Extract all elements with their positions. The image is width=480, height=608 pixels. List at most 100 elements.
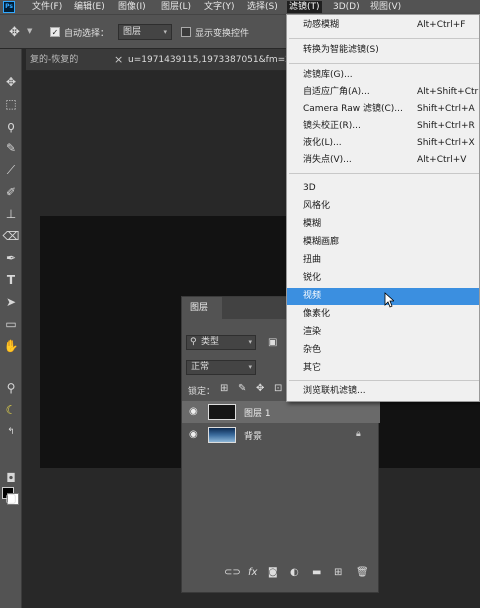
menu-item-label: 自适应广角(A)... <box>303 87 370 97</box>
menu-item-render[interactable]: 渲染 <box>287 324 479 341</box>
menu-item-label: 镜头校正(R)... <box>303 121 361 131</box>
menu-item-label: 3D <box>303 183 316 193</box>
menu-image[interactable]: 图像(I) <box>116 1 148 13</box>
quick-select-tool-icon[interactable]: ✎ <box>2 139 20 157</box>
blend-mode-select[interactable]: 正常 ▾ <box>186 360 256 375</box>
fx-icon[interactable]: fx <box>248 567 257 578</box>
chevron-down-icon[interactable]: ▼ <box>27 27 32 35</box>
menu-item-distort[interactable]: 扭曲 <box>287 252 479 269</box>
eraser-tool-icon[interactable]: ⌫ <box>2 227 20 245</box>
menu-layer[interactable]: 图层(L) <box>159 1 193 13</box>
move-tool-icon[interactable]: ✥ <box>9 25 20 40</box>
move-tool-icon[interactable]: ✥ <box>2 73 20 91</box>
tab-document-2[interactable]: u=1971439115,1973387051&fm=27 <box>128 52 288 68</box>
show-transform-checkbox[interactable] <box>181 27 191 37</box>
menu-item-label: 浏览联机滤镜... <box>303 386 366 396</box>
swap-colors-icon[interactable]: ↰ <box>2 423 20 441</box>
auto-select-target-select[interactable]: 图层 ▾ <box>118 24 172 40</box>
menu-item-sharpen[interactable]: 锐化 <box>287 270 479 287</box>
banana-icon: ☾ <box>5 403 17 417</box>
menu-item-camera-raw[interactable]: Camera Raw 滤镜(C)... Shift+Ctrl+A <box>287 101 479 118</box>
menu-item-filter-gallery[interactable]: 滤镜库(G)... <box>287 67 479 84</box>
menu-item-shortcut: Alt+Ctrl+V <box>417 155 467 165</box>
lock-label: 锁定： <box>188 387 216 397</box>
menu-item-liquify[interactable]: 液化(L)... Shift+Ctrl+X <box>287 135 479 152</box>
menu-item-motion-blur[interactable]: 动感模糊 Alt+Ctrl+F <box>287 17 479 34</box>
menu-type[interactable]: 文字(Y) <box>202 1 237 13</box>
menu-bar: Ps 文件(F) 编辑(E) 图像(I) 图层(L) 文字(Y) 选择(S) 滤… <box>0 0 480 14</box>
menu-item-stylize[interactable]: 风格化 <box>287 198 479 215</box>
close-icon[interactable]: × <box>114 52 123 68</box>
image-filter-icon[interactable]: ▣ <box>268 337 277 348</box>
eyedropper-tool-icon[interactable]: ⟋ <box>2 161 20 179</box>
path-select-tool-icon[interactable]: ➤ <box>2 293 20 311</box>
adjustment-icon[interactable]: ◐ <box>290 567 299 578</box>
menu-item-3d[interactable]: 3D <box>287 180 479 197</box>
menu-item-label: 模糊画廊 <box>303 237 340 247</box>
menu-item-browse-online[interactable]: 浏览联机滤镜... <box>287 383 479 400</box>
pen-tool-icon[interactable]: ✒ <box>2 249 20 267</box>
marquee-tool-icon[interactable]: ⬚ <box>2 95 20 113</box>
layer-row[interactable]: ◉ 背景 🔒︎ <box>182 424 380 446</box>
visibility-eye-icon[interactable]: ◉ <box>189 429 198 440</box>
layer-name: 背景 <box>244 432 263 442</box>
menu-item-convert-smart-filter[interactable]: 转换为智能滤镜(S) <box>287 42 479 59</box>
auto-select-checkbox[interactable]: ✓ <box>50 27 60 37</box>
lock-pixels-icon[interactable]: ✎ <box>238 383 246 394</box>
lock-artboard-icon[interactable]: ⊡ <box>274 383 282 394</box>
menu-item-label: 渲染 <box>303 327 322 337</box>
quick-mask-icon[interactable]: ◘ <box>2 469 20 487</box>
lasso-tool-icon[interactable]: ϙ <box>2 117 20 135</box>
menu-item-adaptive-wide-angle[interactable]: 自适应广角(A)... Alt+Shift+Ctrl+A <box>287 84 479 101</box>
menu-item-label: 杂色 <box>303 345 322 355</box>
screen-mode-icon[interactable]: ▢ <box>2 489 20 507</box>
layer-thumbnail <box>208 404 236 420</box>
menu-item-label: 动感模糊 <box>303 20 340 30</box>
menu-separator <box>289 380 479 381</box>
show-transform-label: 显示变换控件 <box>195 29 250 39</box>
layer-filter-select[interactable]: ⚲ 类型 ▾ <box>186 335 256 350</box>
shape-tool-icon[interactable]: ▭ <box>2 315 20 333</box>
menu-3d[interactable]: 3D(D) <box>331 1 362 13</box>
menu-item-lens-correction[interactable]: 镜头校正(R)... Shift+Ctrl+R <box>287 118 479 135</box>
menu-item-other[interactable]: 其它 <box>287 360 479 377</box>
menu-edit[interactable]: 编辑(E) <box>72 1 107 13</box>
zoom-tool-icon[interactable]: ⚲ <box>2 379 20 397</box>
chevron-down-icon: ▾ <box>248 363 252 371</box>
menu-view[interactable]: 视图(V) <box>368 1 403 13</box>
menu-item-pixelate[interactable]: 像素化 <box>287 306 479 323</box>
menu-item-label: 其它 <box>303 363 322 373</box>
tab-document-1[interactable]: 复的-恢复的 <box>30 52 110 68</box>
menu-item-vanishing-point[interactable]: 消失点(V)... Alt+Ctrl+V <box>287 152 479 169</box>
menu-file[interactable]: 文件(F) <box>30 1 64 13</box>
trash-icon[interactable]: 🗑︎ <box>356 567 369 578</box>
stamp-tool-icon[interactable]: ⊥ <box>2 205 20 223</box>
hand-tool-icon[interactable]: ✋ <box>2 337 20 355</box>
mask-icon[interactable]: ◙ <box>268 567 278 578</box>
menu-item-label: 滤镜库(G)... <box>303 70 353 80</box>
menu-filter[interactable]: 滤镜(T) <box>287 1 322 13</box>
menu-select[interactable]: 选择(S) <box>245 1 280 13</box>
menu-item-blur[interactable]: 模糊 <box>287 216 479 233</box>
menu-separator <box>289 63 479 64</box>
tab-layers[interactable]: 图层 <box>182 297 222 319</box>
filter-menu: 动感模糊 Alt+Ctrl+F 转换为智能滤镜(S) 滤镜库(G)... 自适应广… <box>286 14 480 402</box>
link-icon[interactable]: ⊂⊃ <box>224 567 241 578</box>
folder-icon[interactable]: ▬ <box>312 567 321 578</box>
menu-item-label: 视频 <box>303 291 322 301</box>
menu-item-shortcut: Shift+Ctrl+A <box>417 104 475 114</box>
menu-item-label: 扭曲 <box>303 255 322 265</box>
lock-position-icon[interactable]: ✥ <box>256 383 264 394</box>
menu-item-shortcut: Alt+Shift+Ctrl+A <box>417 87 479 97</box>
menu-item-blur-gallery[interactable]: 模糊画廊 <box>287 234 479 251</box>
layer-row[interactable]: ◉ 图层 1 <box>182 401 380 423</box>
blend-mode-value: 正常 <box>191 362 210 372</box>
new-layer-icon[interactable]: ⊞ <box>334 567 342 578</box>
brush-tool-icon[interactable]: ✐ <box>2 183 20 201</box>
lock-transparent-icon[interactable]: ⊞ <box>220 383 228 394</box>
visibility-eye-icon[interactable]: ◉ <box>189 406 198 417</box>
type-tool-icon[interactable]: T <box>2 271 20 289</box>
menu-item-shortcut: Shift+Ctrl+X <box>417 138 475 148</box>
menu-item-label: 转换为智能滤镜(S) <box>303 45 379 55</box>
menu-item-noise[interactable]: 杂色 <box>287 342 479 359</box>
